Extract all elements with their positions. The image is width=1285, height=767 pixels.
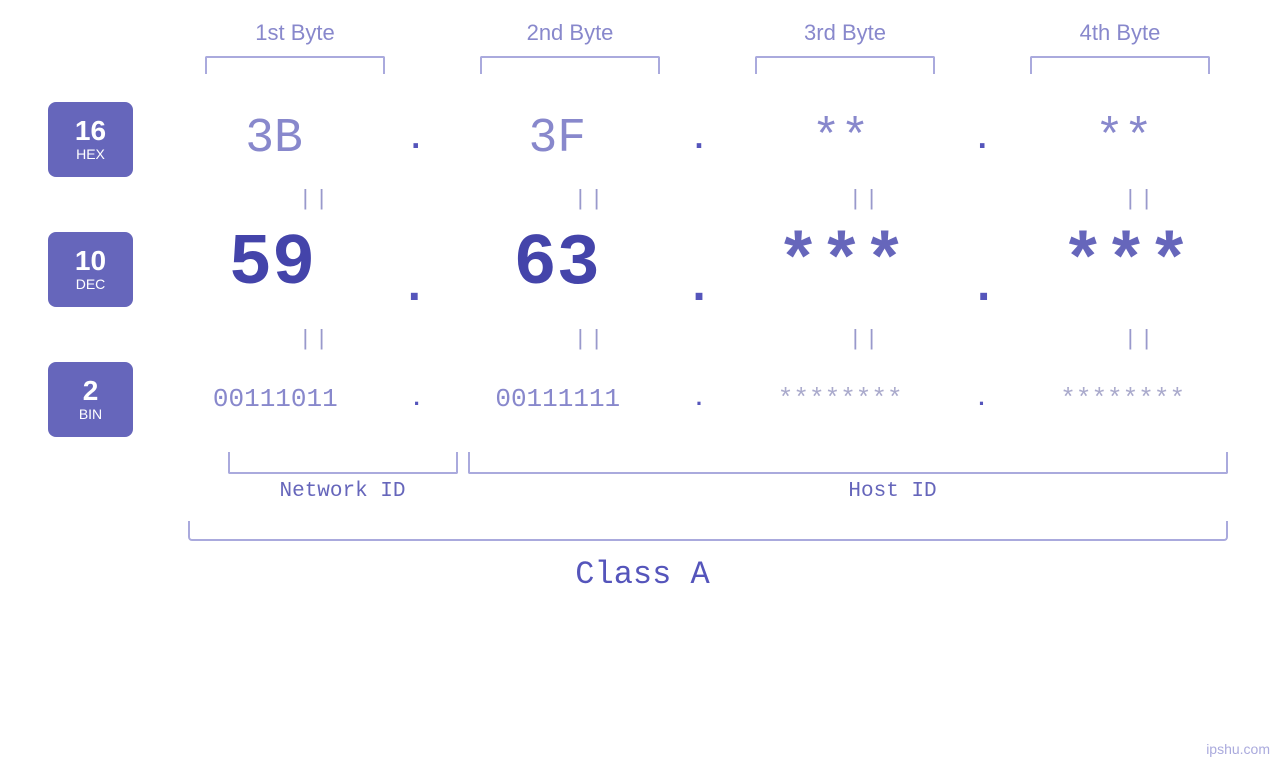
dec-dot2: . [685, 261, 714, 315]
byte2-header: 2nd Byte [460, 20, 680, 46]
network-id-label: Network ID [158, 480, 528, 503]
dec-dot1: . [400, 261, 429, 315]
dec-b2: 63 [447, 223, 667, 305]
hex-b3: ** [731, 112, 951, 166]
bracket-b2 [480, 56, 660, 74]
dec-badge-label: DEC [76, 276, 106, 292]
byte1-header: 1st Byte [185, 20, 405, 46]
eq1-b4: || [1030, 187, 1250, 212]
bottom-bracket-row [158, 452, 1258, 474]
bin-row: 2 BIN 00111011 . 00111111 . ******** . *… [0, 354, 1285, 444]
full-bottom-bracket [188, 521, 1228, 541]
host-bracket [468, 452, 1228, 474]
dec-dot3: . [969, 261, 998, 315]
hex-b4: ** [1014, 112, 1234, 166]
id-labels-row: Network ID Host ID [158, 480, 1258, 503]
eq2-b2: || [480, 327, 700, 352]
dec-badge: 10 DEC [48, 232, 133, 307]
bracket-b3 [755, 56, 935, 74]
hex-dot3: . [973, 121, 992, 158]
top-brackets [158, 56, 1258, 74]
byte3-header: 3rd Byte [735, 20, 955, 46]
bin-dot3: . [975, 387, 988, 412]
bin-badge-label: BIN [79, 406, 102, 422]
dec-b3: *** [731, 223, 951, 305]
network-bracket [228, 452, 458, 474]
hex-badge-label: HEX [76, 146, 105, 162]
hex-values: 3B . 3F . ** . ** [153, 112, 1285, 166]
hex-badge-number: 16 [75, 116, 106, 147]
bin-b2: 00111111 [448, 384, 668, 414]
hex-b1: 3B [164, 112, 384, 166]
equals-row-2: || || || || [178, 324, 1278, 354]
dec-badge-number: 10 [75, 246, 106, 277]
bin-b1: 00111011 [165, 384, 385, 414]
main-container: 1st Byte 2nd Byte 3rd Byte 4th Byte 16 H… [0, 0, 1285, 767]
host-id-label: Host ID [528, 480, 1258, 503]
bracket-b1 [205, 56, 385, 74]
bin-b4: ******** [1013, 384, 1233, 414]
hex-b2: 3F [447, 112, 667, 166]
hex-badge: 16 HEX [48, 102, 133, 177]
hex-dot1: . [406, 121, 425, 158]
bin-values: 00111011 . 00111111 . ******** . *******… [153, 384, 1285, 414]
dec-b1: 59 [162, 223, 382, 305]
dec-values: 59 . 63 . *** . *** [153, 223, 1285, 315]
bracket-b4 [1030, 56, 1210, 74]
byte4-header: 4th Byte [1010, 20, 1230, 46]
bin-b3: ******** [730, 384, 950, 414]
eq1-b1: || [205, 187, 425, 212]
hex-dot2: . [689, 121, 708, 158]
eq2-b3: || [755, 327, 975, 352]
bin-badge-number: 2 [83, 376, 99, 407]
byte-headers: 1st Byte 2nd Byte 3rd Byte 4th Byte [158, 20, 1258, 46]
eq1-b2: || [480, 187, 700, 212]
bin-dot1: . [410, 387, 423, 412]
watermark: ipshu.com [1206, 741, 1270, 757]
dec-b4: *** [1016, 223, 1236, 305]
dec-row: 10 DEC 59 . 63 . *** . *** [0, 214, 1285, 324]
class-label: Class A [0, 556, 1285, 593]
hex-row: 16 HEX 3B . 3F . ** . ** [0, 94, 1285, 184]
eq1-b3: || [755, 187, 975, 212]
bin-dot2: . [692, 387, 705, 412]
eq2-b4: || [1030, 327, 1250, 352]
equals-row-1: || || || || [178, 184, 1278, 214]
eq2-b1: || [205, 327, 425, 352]
bin-badge: 2 BIN [48, 362, 133, 437]
